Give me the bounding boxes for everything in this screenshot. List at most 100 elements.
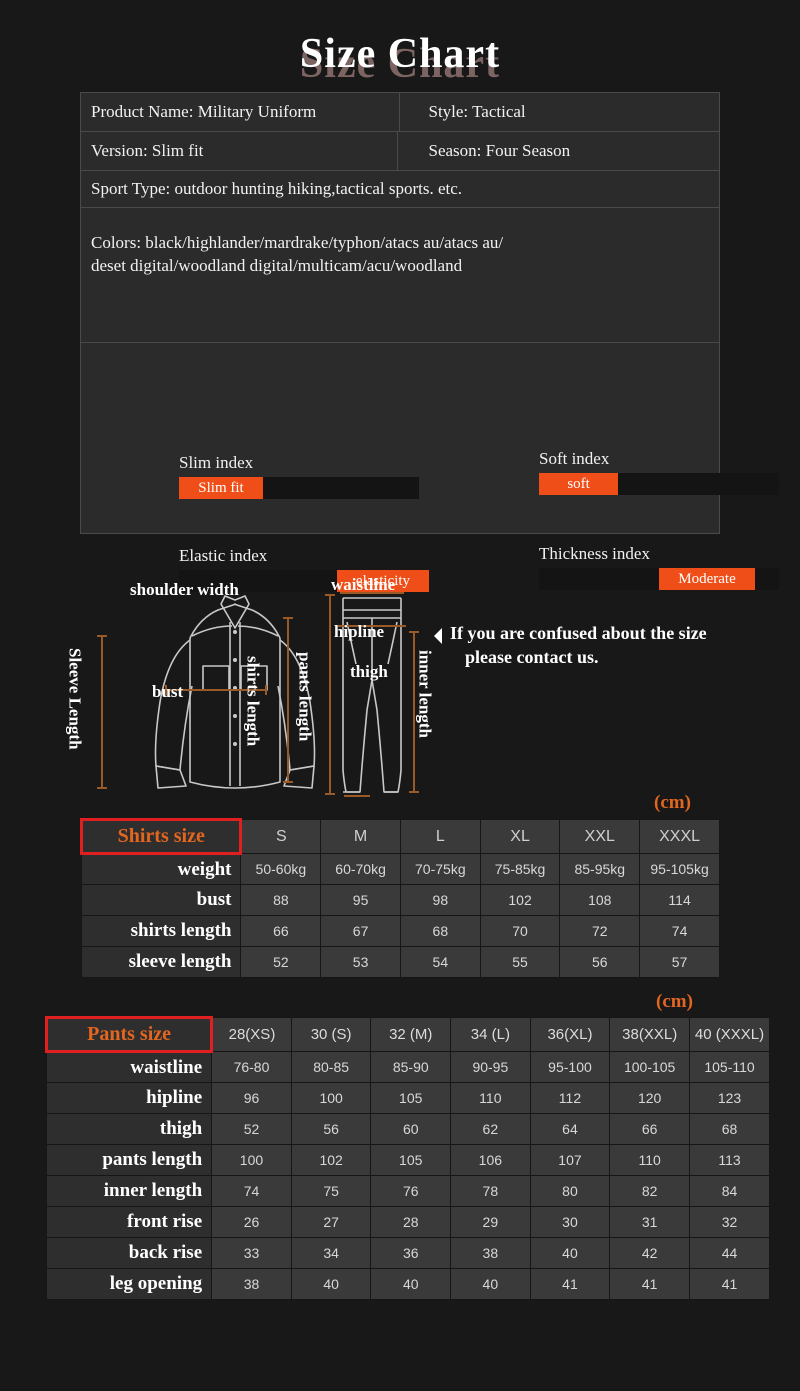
table-row-label: shirts length bbox=[80, 915, 242, 947]
table-size-header: L bbox=[399, 819, 481, 854]
table-cell: 34 bbox=[290, 1237, 372, 1269]
table-row: thigh 52 56 60 62 64 66 68 bbox=[45, 1113, 770, 1145]
table-cell: 32 bbox=[689, 1206, 770, 1238]
table-cell: 85-95kg bbox=[559, 853, 641, 885]
table-row-label: bust bbox=[80, 884, 242, 916]
table-cell: 74 bbox=[639, 915, 720, 947]
table-row-label: sleeve length bbox=[80, 946, 242, 978]
table-cell: 60-70kg bbox=[320, 853, 401, 885]
table-header-row: Pants size 28(XS) 30 (S) 32 (M) 34 (L) 36(XL)… bbox=[44, 1016, 770, 1053]
table-size-header: XXXL bbox=[639, 819, 720, 854]
index-slim: Slim index Slim fit bbox=[179, 453, 419, 499]
table-cell: 105 bbox=[370, 1144, 452, 1176]
table-cell: 70 bbox=[479, 915, 561, 947]
table-cell: 114 bbox=[639, 884, 720, 916]
left-arrow-icon bbox=[434, 628, 442, 644]
table-cell: 82 bbox=[609, 1175, 691, 1207]
table-cell: 80 bbox=[529, 1175, 611, 1207]
table-cell: 70-75kg bbox=[399, 853, 481, 885]
contact-note-line2: please contact us. bbox=[465, 647, 599, 667]
index-slim-label: Slim index bbox=[179, 453, 254, 472]
table-cell: 62 bbox=[450, 1113, 531, 1145]
table-cell: 112 bbox=[529, 1082, 611, 1114]
table-cell: 60 bbox=[370, 1113, 452, 1145]
table-row: pants length 100 102 105 106 107 110 113 bbox=[45, 1144, 770, 1176]
table-cell: 110 bbox=[450, 1082, 531, 1114]
info-version: Version: Slim fit bbox=[81, 132, 399, 170]
table-size-header: 28(XS) bbox=[211, 1017, 292, 1052]
shirts-unit-label: (cm) bbox=[654, 792, 691, 813]
table-cell: 29 bbox=[450, 1206, 531, 1238]
label-sleeve-length: Sleeve Length bbox=[65, 648, 85, 750]
table-cell: 26 bbox=[211, 1206, 292, 1238]
table-cell: 100 bbox=[211, 1144, 292, 1176]
label-pants-length: pants length bbox=[295, 652, 315, 742]
table-cell: 95-100 bbox=[529, 1051, 611, 1083]
table-row: front rise 26 27 28 29 30 31 32 bbox=[45, 1206, 770, 1238]
table-cell: 105-110 bbox=[689, 1051, 770, 1083]
garment-diagram: shoulder width Sleeve Length bust shirts… bbox=[40, 560, 800, 800]
table-cell: 75-85kg bbox=[479, 853, 561, 885]
info-row-version: Version: Slim fit Season: Four Season bbox=[81, 132, 719, 171]
table-row: waistline 76-80 80-85 85-90 90-95 95-100 100-1… bbox=[45, 1051, 770, 1083]
table-cell: 38 bbox=[450, 1237, 531, 1269]
table-cell: 28 bbox=[370, 1206, 452, 1238]
label-shoulder-width: shoulder width bbox=[130, 580, 239, 599]
table-cell: 105 bbox=[370, 1082, 452, 1114]
table-cell: 74 bbox=[211, 1175, 292, 1207]
table-cell: 72 bbox=[559, 915, 641, 947]
info-row-colors: Colors: black/highlander/mardrake/typhon… bbox=[81, 208, 719, 343]
table-size-header: 36(XL) bbox=[529, 1017, 611, 1052]
table-cell: 102 bbox=[479, 884, 561, 916]
table-cell: 31 bbox=[609, 1206, 691, 1238]
table-cell: 120 bbox=[609, 1082, 691, 1114]
table-row-label: inner length bbox=[45, 1175, 213, 1207]
table-cell: 66 bbox=[240, 915, 322, 947]
table-cell: 102 bbox=[290, 1144, 372, 1176]
table-cell: 76 bbox=[370, 1175, 452, 1207]
label-shirts-length: shirts length bbox=[243, 656, 263, 747]
table-row-label: hipline bbox=[45, 1082, 213, 1114]
table-cell: 52 bbox=[211, 1113, 292, 1145]
table-cell: 38 bbox=[211, 1268, 292, 1300]
table-cell: 108 bbox=[559, 884, 641, 916]
page-title-text: Size Chart bbox=[299, 31, 501, 77]
table-cell: 36 bbox=[370, 1237, 452, 1269]
table-cell: 40 bbox=[450, 1268, 531, 1300]
table-cell: 41 bbox=[689, 1268, 770, 1300]
table-cell: 95-105kg bbox=[639, 853, 720, 885]
table-size-header: XL bbox=[479, 819, 561, 854]
table-row: weight 50-60kg 60-70kg 70-75kg 75-85kg 85-95k… bbox=[80, 853, 720, 885]
table-cell: 90-95 bbox=[450, 1051, 531, 1083]
table-size-header: S bbox=[240, 819, 322, 854]
table-cell: 84 bbox=[689, 1175, 770, 1207]
info-colors-line2: deset digital/woodland digital/multicam/… bbox=[91, 255, 463, 275]
table-cell: 42 bbox=[609, 1237, 691, 1269]
table-cell: 66 bbox=[609, 1113, 691, 1145]
table-cell: 54 bbox=[399, 946, 481, 978]
table-cell: 56 bbox=[559, 946, 641, 978]
table-cell: 68 bbox=[689, 1113, 770, 1145]
info-product-name: Product Name: Military Uniform bbox=[81, 93, 401, 131]
table-size-header: 32 (M) bbox=[370, 1017, 452, 1052]
table-cell: 75 bbox=[290, 1175, 372, 1207]
table-cell: 88 bbox=[240, 884, 322, 916]
table-cell: 57 bbox=[639, 946, 720, 978]
table-row-label: front rise bbox=[45, 1206, 213, 1238]
table-cell: 55 bbox=[479, 946, 561, 978]
page-title: Size Chart Size Chart bbox=[0, 28, 800, 90]
table-row-label: pants length bbox=[45, 1144, 213, 1176]
table-cell: 80-85 bbox=[290, 1051, 372, 1083]
contact-note-line1: If you are confused about the size bbox=[450, 623, 707, 643]
table-row: inner length 74 75 76 78 80 82 84 bbox=[45, 1175, 770, 1207]
table-size-header: 30 (S) bbox=[290, 1017, 372, 1052]
index-slim-fill: Slim fit bbox=[179, 477, 263, 499]
table-cell: 30 bbox=[529, 1206, 611, 1238]
table-cell: 98 bbox=[399, 884, 481, 916]
table-corner-label: Pants size bbox=[44, 1016, 214, 1053]
table-row-label: weight bbox=[80, 853, 242, 885]
table-cell: 41 bbox=[609, 1268, 691, 1300]
table-cell: 67 bbox=[320, 915, 401, 947]
product-info-panel: Product Name: Military Uniform Style: Ta… bbox=[80, 92, 779, 592]
table-row: shirts length 66 67 68 70 72 74 bbox=[80, 915, 720, 947]
